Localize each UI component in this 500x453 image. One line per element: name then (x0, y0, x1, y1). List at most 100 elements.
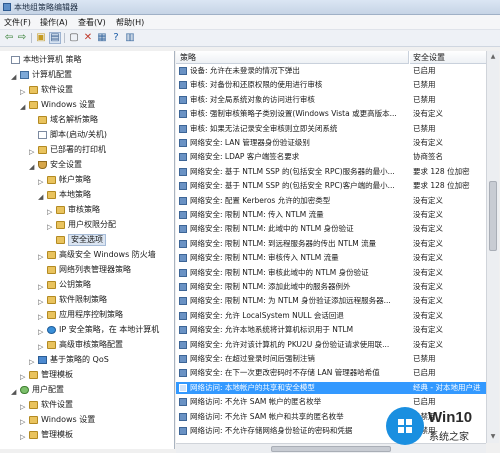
policy-setting: 没有定义 (413, 339, 443, 349)
back-icon[interactable]: ⇦ (3, 32, 15, 44)
tree-item-label: 网络列表管理器策略 (59, 265, 131, 274)
policy-setting: 已禁用 (413, 80, 436, 90)
delete-icon[interactable]: ✕ (82, 32, 94, 44)
scroll-up-icon[interactable]: ▲ (489, 53, 497, 61)
policy-row[interactable]: 网络安全: 基于 NTLM SSP 的(包括安全 RPC)客户端的最小... 要求… (176, 180, 486, 192)
expand-icon[interactable]: ▷ (20, 416, 25, 428)
collapse-icon[interactable]: ◢ (11, 386, 16, 398)
tree-item-label: 脚本(启动/关机) (50, 130, 107, 139)
policy-row[interactable]: 审核: 对全局系统对象的访问进行审核 已禁用 (176, 94, 486, 106)
toolbar: ⇦ ⇨ ▣ ▤ ▢ ✕ ▦ ? ▥ (0, 30, 500, 47)
expand-icon[interactable]: ▷ (20, 431, 25, 443)
policy-row[interactable]: 网络安全: 允许 LocalSystem NULL 会话回退 没有定义 (176, 310, 486, 322)
policy-name: 网络安全: 限制 NTLM: 为 NTLM 身份验证添加远程服务器... (190, 296, 391, 306)
refresh-icon[interactable]: ▦ (96, 32, 108, 44)
tree-item-label: 管理模板 (41, 430, 73, 439)
policy-setting: 协商签名 (413, 152, 443, 162)
export-icon[interactable]: ▥ (124, 32, 136, 44)
expand-icon[interactable]: ▷ (20, 401, 25, 413)
policy-row[interactable]: 网络安全: 限制 NTLM: 到远程服务器的传出 NTLM 流量 没有定义 (176, 238, 486, 250)
policy-row[interactable]: 网络安全: 允许对该计算机的 PKU2U 身份验证请求使用联... 没有定义 (176, 339, 486, 351)
expand-icon[interactable]: ▷ (38, 251, 43, 263)
policy-icon (179, 398, 187, 407)
menu-file[interactable]: 文件(F) (4, 17, 31, 28)
policy-row[interactable]: 网络安全: 允许本地系统将计算机标识用于 NTLM 没有定义 (176, 324, 486, 336)
globe-icon (47, 326, 56, 334)
collapse-icon[interactable]: ◢ (20, 101, 25, 113)
policy-row[interactable]: 网络访问: 本地帐户的共享和安全模型 经典 - 对本地用户进 (176, 381, 486, 394)
watermark: Win10 系统之家 (382, 405, 500, 449)
expand-icon[interactable]: ▷ (20, 86, 25, 98)
policy-row[interactable]: 网络安全: 配置 Kerberos 允许的加密类型 没有定义 (176, 195, 486, 207)
expand-icon[interactable]: ▷ (47, 206, 52, 218)
expand-icon[interactable]: ▷ (38, 281, 43, 293)
folder-icon (47, 281, 56, 289)
policy-row[interactable]: 网络安全: 在下一次更改密码时不存储 LAN 管理器哈希值 已启用 (176, 367, 486, 379)
expand-icon[interactable]: ▷ (20, 371, 25, 383)
policy-row[interactable]: 网络安全: 限制 NTLM: 添加此域中的服务器例外 没有定义 (176, 281, 486, 293)
policy-setting: 要求 128 位加密 (413, 166, 470, 176)
column-header-setting[interactable]: 安全设置 (410, 51, 486, 64)
policy-row[interactable]: 网络安全: 基于 NTLM SSP 的(包括安全 RPC)服务器的最小... 要求… (176, 166, 486, 178)
menu-bar: 文件(F) 操作(A) 查看(V) 帮助(H) (0, 15, 500, 30)
show-tree-icon[interactable]: ▤ (49, 32, 61, 44)
policy-icon (179, 167, 187, 176)
window-title: 本地组策略编辑器 (14, 3, 78, 12)
policy-row[interactable]: 网络安全: 限制 NTLM: 审核传入 NTLM 流量 没有定义 (176, 252, 486, 264)
policy-row[interactable]: 网络安全: 在超过登录时间后强制注销 已禁用 (176, 353, 486, 365)
policy-name: 网络安全: 限制 NTLM: 审核此域中的 NTLM 身份验证 (190, 267, 369, 277)
menu-action[interactable]: 操作(A) (40, 17, 68, 28)
policy-icon (179, 124, 187, 133)
expand-icon[interactable]: ▷ (29, 146, 34, 158)
policy-icon (179, 153, 187, 162)
policy-row[interactable]: 审核: 强制审核策略子类别设置(Windows Vista 或更高版本... 没有… (176, 108, 486, 120)
policy-row[interactable]: 网络安全: 限制 NTLM: 此域中的 NTLM 身份验证 没有定义 (176, 223, 486, 235)
policy-row[interactable]: 网络安全: LDAP 客户端签名要求 协商签名 (176, 151, 486, 163)
menu-help[interactable]: 帮助(H) (116, 17, 144, 28)
up-folder-icon[interactable]: ▣ (35, 32, 47, 44)
forward-icon[interactable]: ⇨ (16, 32, 28, 44)
policy-name: 网络安全: 允许 LocalSystem NULL 会话回退 (190, 310, 344, 320)
computer-icon (20, 71, 29, 79)
policy-name: 网络安全: 在超过登录时间后强制注销 (190, 354, 315, 363)
collapse-icon[interactable]: ◢ (38, 191, 43, 203)
expand-icon[interactable]: ▷ (38, 341, 43, 353)
policy-row[interactable]: 网络安全: 限制 NTLM: 审核此域中的 NTLM 身份验证 没有定义 (176, 267, 486, 279)
policy-name: 网络访问: 不允许 SAM 帐户和共享的匿名枚举 (190, 411, 344, 421)
expand-icon[interactable]: ▷ (38, 326, 43, 338)
policy-icon (179, 182, 187, 191)
folder-icon (38, 146, 47, 154)
policy-icon (179, 369, 187, 378)
doc-icon (38, 131, 47, 139)
policy-row[interactable]: 审核: 如果无法记录安全审核则立即关闭系统 已禁用 (176, 123, 486, 135)
policy-row[interactable]: 网络安全: 限制 NTLM: 传入 NTLM 流量 没有定义 (176, 209, 486, 221)
tree-item-label: 帐户策略 (59, 175, 91, 184)
policy-setting: 经典 - 对本地用户进 (413, 382, 481, 392)
policy-list[interactable]: 策略 安全设置 设备: 允许在未登录的情况下弹出 已启用 审核: 对备份和还原权限的… (176, 51, 486, 443)
policy-icon (179, 311, 187, 320)
app-icon (3, 3, 11, 11)
properties-icon[interactable]: ▢ (68, 32, 80, 44)
horizontal-scroll-thumb[interactable] (271, 446, 391, 452)
policy-icon (179, 297, 187, 306)
console-tree[interactable]: 本地计算机 策略 ◢ 计算机配置 ▷ 软件设置 ◢ Windows 设置 域名解析策略 脚本(启… (0, 51, 175, 449)
expand-icon[interactable]: ▷ (29, 356, 34, 368)
collapse-icon[interactable]: ◢ (29, 161, 34, 173)
policy-row[interactable]: 网络安全: LAN 管理器身份验证级别 没有定义 (176, 137, 486, 149)
vertical-scroll-thumb[interactable] (489, 181, 497, 251)
expand-icon[interactable]: ▷ (47, 221, 52, 233)
expand-icon[interactable]: ▷ (38, 296, 43, 308)
policy-icon (179, 67, 187, 75)
column-header-policy[interactable]: 策略 (176, 51, 409, 64)
policy-row[interactable]: 设备: 允许在未登录的情况下弹出 已启用 (176, 65, 486, 77)
collapse-icon[interactable]: ◢ (11, 71, 16, 83)
expand-icon[interactable]: ▷ (38, 176, 43, 188)
tree-item-label: 用户配置 (32, 385, 64, 394)
menu-view[interactable]: 查看(V) (78, 17, 106, 28)
policy-row[interactable]: 网络安全: 限制 NTLM: 为 NTLM 身份验证添加远程服务器... 没有定义 (176, 295, 486, 307)
vertical-scrollbar[interactable]: ▲ ▼ (486, 51, 499, 443)
expand-icon[interactable]: ▷ (38, 311, 43, 323)
help-icon[interactable]: ? (110, 32, 122, 44)
policy-row[interactable]: 审核: 对备份和还原权限的使用进行审核 已禁用 (176, 79, 486, 91)
policy-icon (179, 412, 187, 421)
